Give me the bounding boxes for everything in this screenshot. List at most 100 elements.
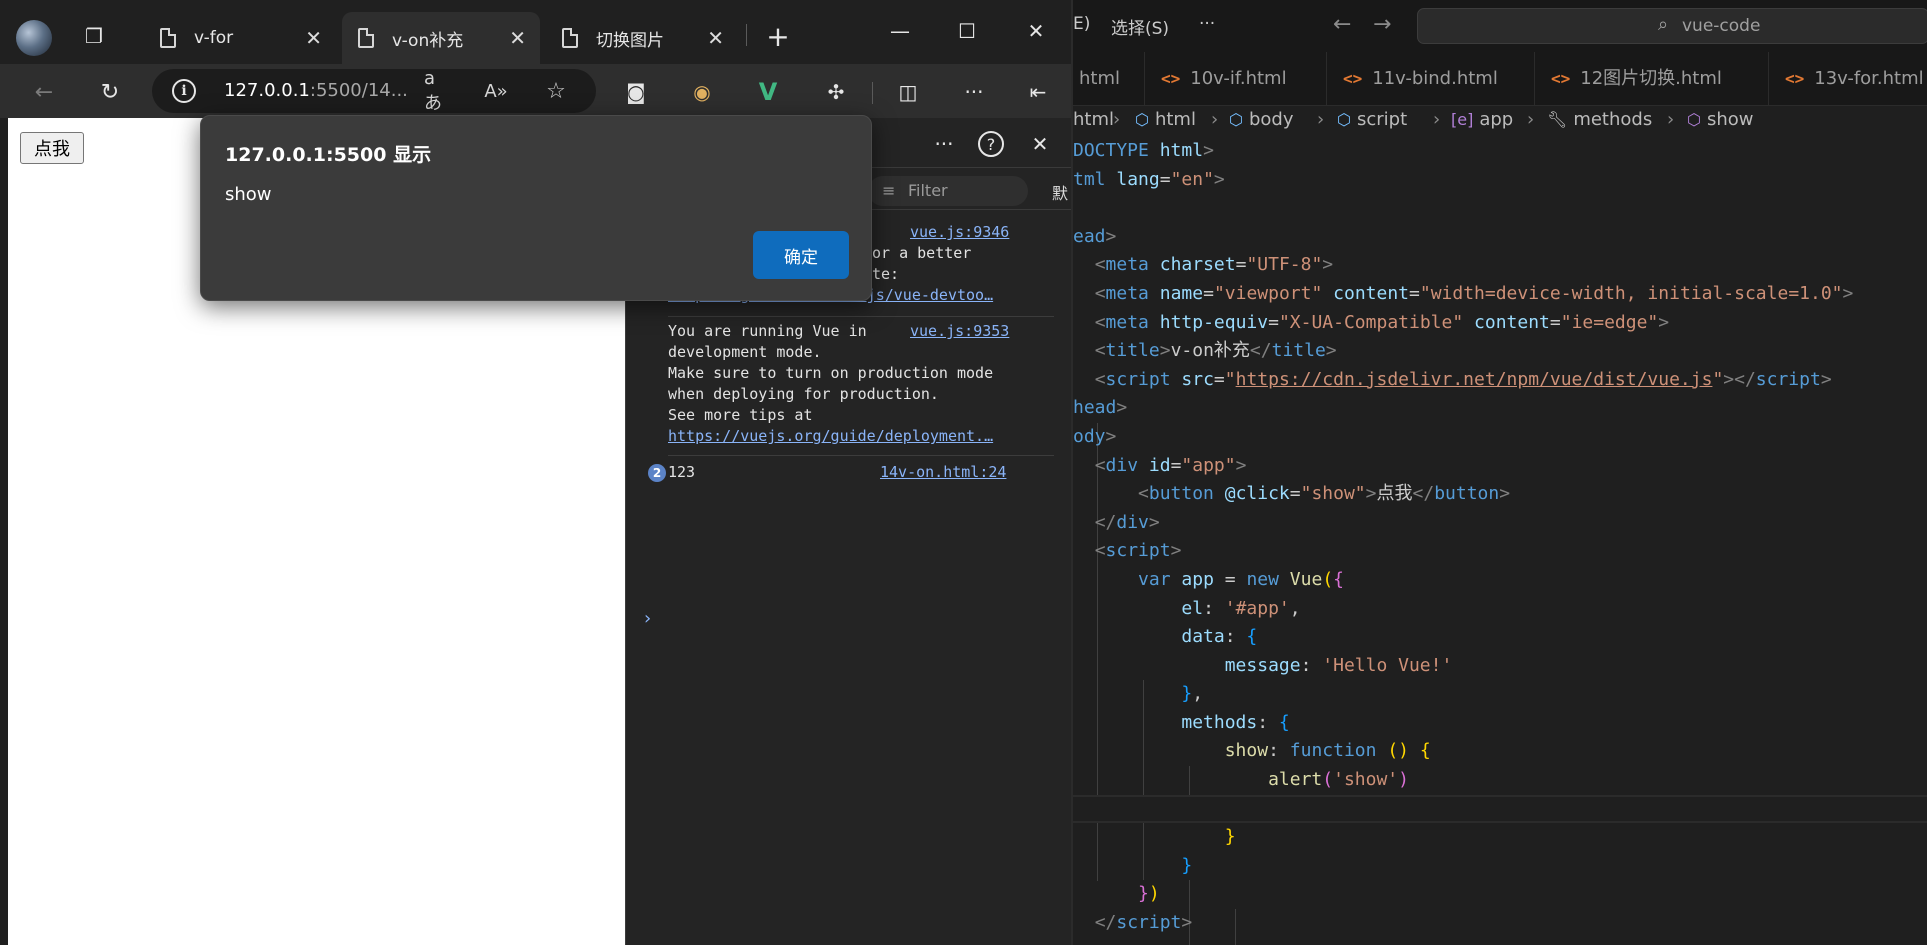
alert-title: 127.0.0.1:5500 显示: [225, 144, 432, 166]
console-url-link[interactable]: https://vuejs.org/guide/deployment.…: [668, 426, 993, 447]
editor-tab[interactable]: <> 10v-if.html: [1145, 52, 1327, 106]
editor-tab-label: 11v-bind.html: [1372, 68, 1498, 89]
tab-close-icon[interactable]: ✕: [509, 26, 526, 50]
sidebar-toggle-icon[interactable]: ⇤: [1020, 74, 1056, 110]
menu-selection[interactable]: 选择(S): [1111, 14, 1169, 39]
favorite-star-icon[interactable]: ☆: [542, 77, 570, 105]
page-file-icon: [562, 28, 578, 48]
help-icon[interactable]: ?: [978, 131, 1004, 157]
editor-tab[interactable]: <> 11v-bind.html: [1327, 52, 1535, 106]
chevron-right-icon: ›: [1527, 109, 1535, 130]
console-text: Make sure to turn on production mode: [668, 364, 994, 382]
breadcrumb-item[interactable]: ⬡ html: [1135, 109, 1196, 130]
chevron-right-icon: ›: [1667, 109, 1675, 130]
console-prompt-icon[interactable]: ›: [644, 608, 651, 629]
new-tab-button[interactable]: +: [758, 16, 798, 56]
refresh-button[interactable]: ↻: [90, 72, 130, 112]
devtools-close-icon[interactable]: ✕: [1024, 128, 1056, 160]
code-line: }): [1138, 883, 1160, 905]
page-file-icon: [358, 28, 374, 48]
console-text: development mode.: [668, 343, 822, 361]
close-window-button[interactable]: ✕: [1014, 14, 1058, 48]
read-aloud-icon[interactable]: A»: [482, 77, 510, 105]
breadcrumb-item[interactable]: html: [1073, 109, 1114, 130]
console-text: You are running Vue in: [668, 322, 867, 340]
maximize-button[interactable]: ☐: [945, 14, 989, 48]
html-file-icon: <>: [1785, 69, 1805, 88]
alert-dialog: 127.0.0.1:5500 显示 show 确定: [200, 115, 872, 301]
breadcrumb-item[interactable]: ⬡ show: [1687, 109, 1754, 130]
editor-tab-label: 12图片切换.html: [1580, 68, 1722, 89]
extensions-puzzle-icon[interactable]: ✣: [818, 74, 854, 110]
browser-toolbar: ← ↻ i 127.0.0.1:5500/14... aあ A» ☆ ◙ ◉ V…: [0, 64, 1071, 118]
console-message: 2 123 14v-on.html:24: [626, 462, 1071, 486]
tab-v-for[interactable]: v-for ✕: [144, 12, 336, 64]
devtools-more-icon[interactable]: ···: [928, 128, 960, 160]
console-text: when deploying for production.: [668, 385, 939, 403]
breadcrumb-item[interactable]: ⬡ script: [1337, 109, 1407, 130]
console-source-link[interactable]: vue.js:9353: [910, 321, 1009, 342]
code-line: ead>: [1073, 225, 1117, 247]
console-source-link[interactable]: vue.js:9346: [910, 222, 1009, 243]
code-editor[interactable]: DOCTYPE html> tml lang="en"> ead> <meta …: [1073, 137, 1927, 945]
extension-owl-icon[interactable]: ◉: [684, 74, 720, 110]
method-cube-icon: ⬡: [1687, 110, 1701, 129]
console-source-link[interactable]: 14v-on.html:24: [880, 462, 1006, 483]
breadcrumb-item[interactable]: [e] app: [1451, 109, 1513, 130]
editor-tab[interactable]: <> 13v-for.html: [1769, 52, 1927, 106]
profile-avatar-icon[interactable]: [16, 20, 52, 56]
tab-label: v-for: [194, 28, 234, 48]
code-line: }: [1181, 854, 1193, 876]
element-cube-icon: ⬡: [1135, 110, 1149, 129]
console-text: or a better: [872, 244, 972, 262]
editor-tab[interactable]: <> 12图片切换.html: [1535, 52, 1769, 106]
forward-arrow-icon[interactable]: →: [1373, 12, 1391, 37]
console-divider: [668, 316, 1054, 317]
address-bar[interactable]: i 127.0.0.1:5500/14... aあ A» ☆: [152, 68, 596, 114]
tab-close-icon[interactable]: ✕: [305, 26, 322, 50]
code-line: }: [1224, 826, 1236, 848]
click-me-button[interactable]: 点我: [20, 132, 84, 164]
code-line: <meta http-equiv="X-UA-Compatible" conte…: [1094, 311, 1670, 333]
code-line: <div id="app">: [1094, 454, 1247, 476]
extension-glasses-icon[interactable]: ◙: [618, 74, 654, 110]
menu-edit-partial[interactable]: E): [1073, 14, 1090, 34]
filter-placeholder: Filter: [908, 181, 948, 200]
alert-ok-button[interactable]: 确定: [753, 231, 849, 279]
breadcrumb-item[interactable]: 🔧︎ methods: [1547, 109, 1652, 130]
code-line-current: [1073, 794, 1927, 824]
menu-more[interactable]: ···: [1199, 14, 1215, 34]
tab-v-on[interactable]: v-on补充 ✕: [342, 12, 540, 64]
code-line: head>: [1073, 397, 1128, 419]
filter-icon: ≡: [882, 181, 896, 200]
vue-devtools-icon[interactable]: V: [750, 74, 786, 110]
html-file-icon: <>: [1161, 69, 1181, 88]
minimize-button[interactable]: —: [878, 14, 922, 48]
breadcrumb-item[interactable]: ⬡ body: [1229, 109, 1294, 130]
tab-close-icon[interactable]: ✕: [707, 26, 724, 50]
code-line: show: function () {: [1224, 740, 1431, 762]
console-divider: [668, 455, 1054, 456]
translate-icon[interactable]: aあ: [424, 68, 452, 114]
editor-tab-label: html: [1079, 68, 1121, 89]
code-line: DOCTYPE html>: [1073, 140, 1214, 161]
breadcrumb-label: script: [1356, 109, 1408, 130]
vscode-window: E) 选择(S) ··· ← → ⌕ vue-code html <> 10v-i…: [1071, 0, 1927, 945]
editor-tab[interactable]: html: [1073, 52, 1145, 106]
more-menu-icon[interactable]: ···: [956, 74, 992, 110]
default-levels-dropdown[interactable]: 默: [1052, 180, 1068, 204]
code-line: alert('show'): [1268, 769, 1409, 791]
split-screen-icon[interactable]: ◫: [890, 74, 926, 110]
back-arrow-icon[interactable]: ←: [1333, 12, 1351, 37]
site-info-icon[interactable]: i: [172, 79, 196, 103]
search-text: vue-code: [1682, 16, 1761, 36]
console-filter-input[interactable]: ≡ Filter: [868, 176, 1028, 206]
tab-divider: [746, 24, 747, 46]
address-text[interactable]: 127.0.0.1:5500/14...: [224, 80, 408, 101]
command-center-search[interactable]: ⌕ vue-code: [1417, 8, 1927, 44]
tab-switch-image[interactable]: 切换图片 ✕: [546, 12, 738, 64]
code-line: <button @click="show">点我</button>: [1138, 483, 1511, 505]
back-button[interactable]: ←: [24, 72, 64, 112]
collections-icon[interactable]: ❐: [74, 16, 114, 56]
chevron-right-icon: ›: [1317, 109, 1325, 130]
